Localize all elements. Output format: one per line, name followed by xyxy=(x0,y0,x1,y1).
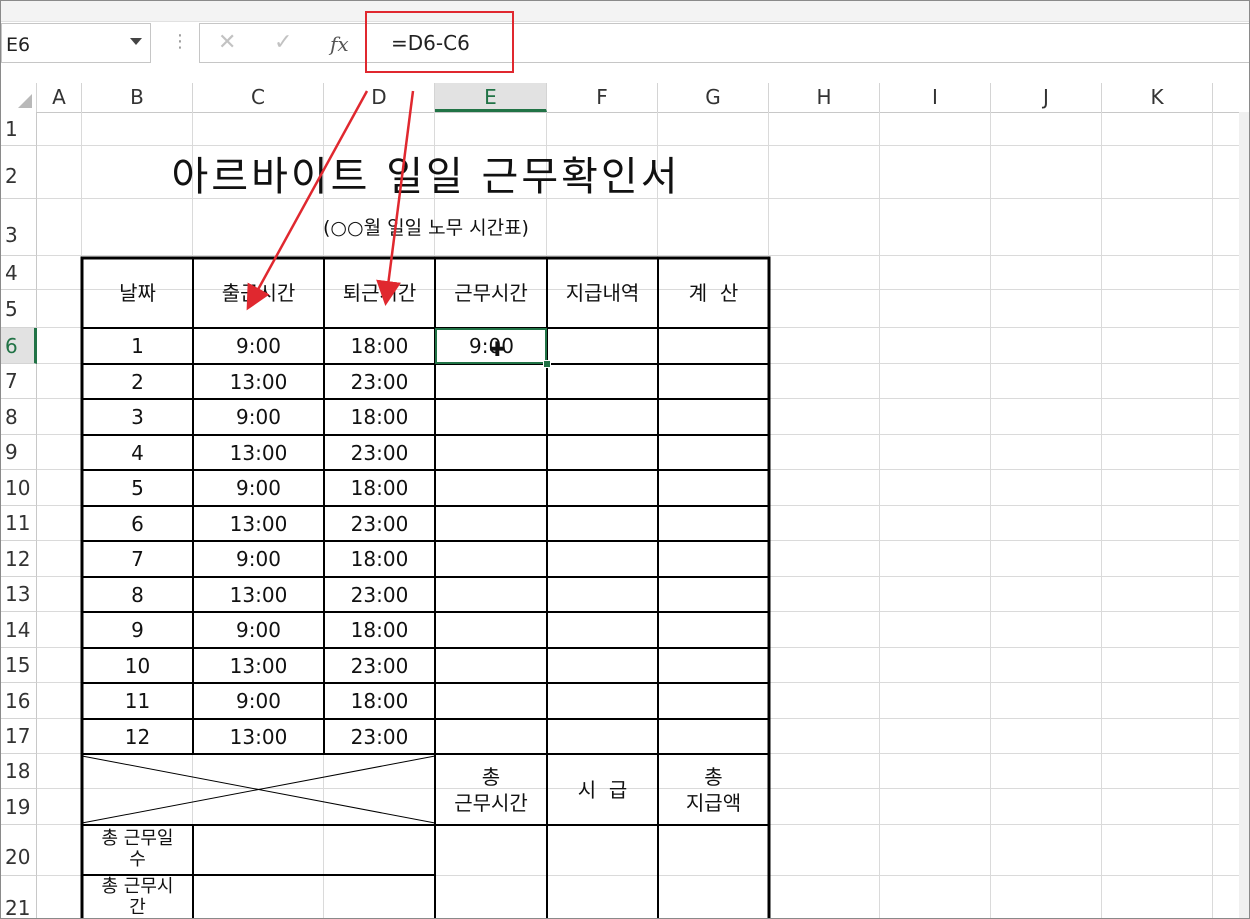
annotation-arrows xyxy=(246,90,415,311)
arrow-to-end-time xyxy=(376,90,415,306)
arrow-to-start-time xyxy=(246,90,369,311)
vertical-scrollbar[interactable] xyxy=(1239,112,1249,918)
excel-window: E6 ⋮ ✕ ✓ fx =D6-C6 A B C D E F G H I J K… xyxy=(0,0,1250,919)
